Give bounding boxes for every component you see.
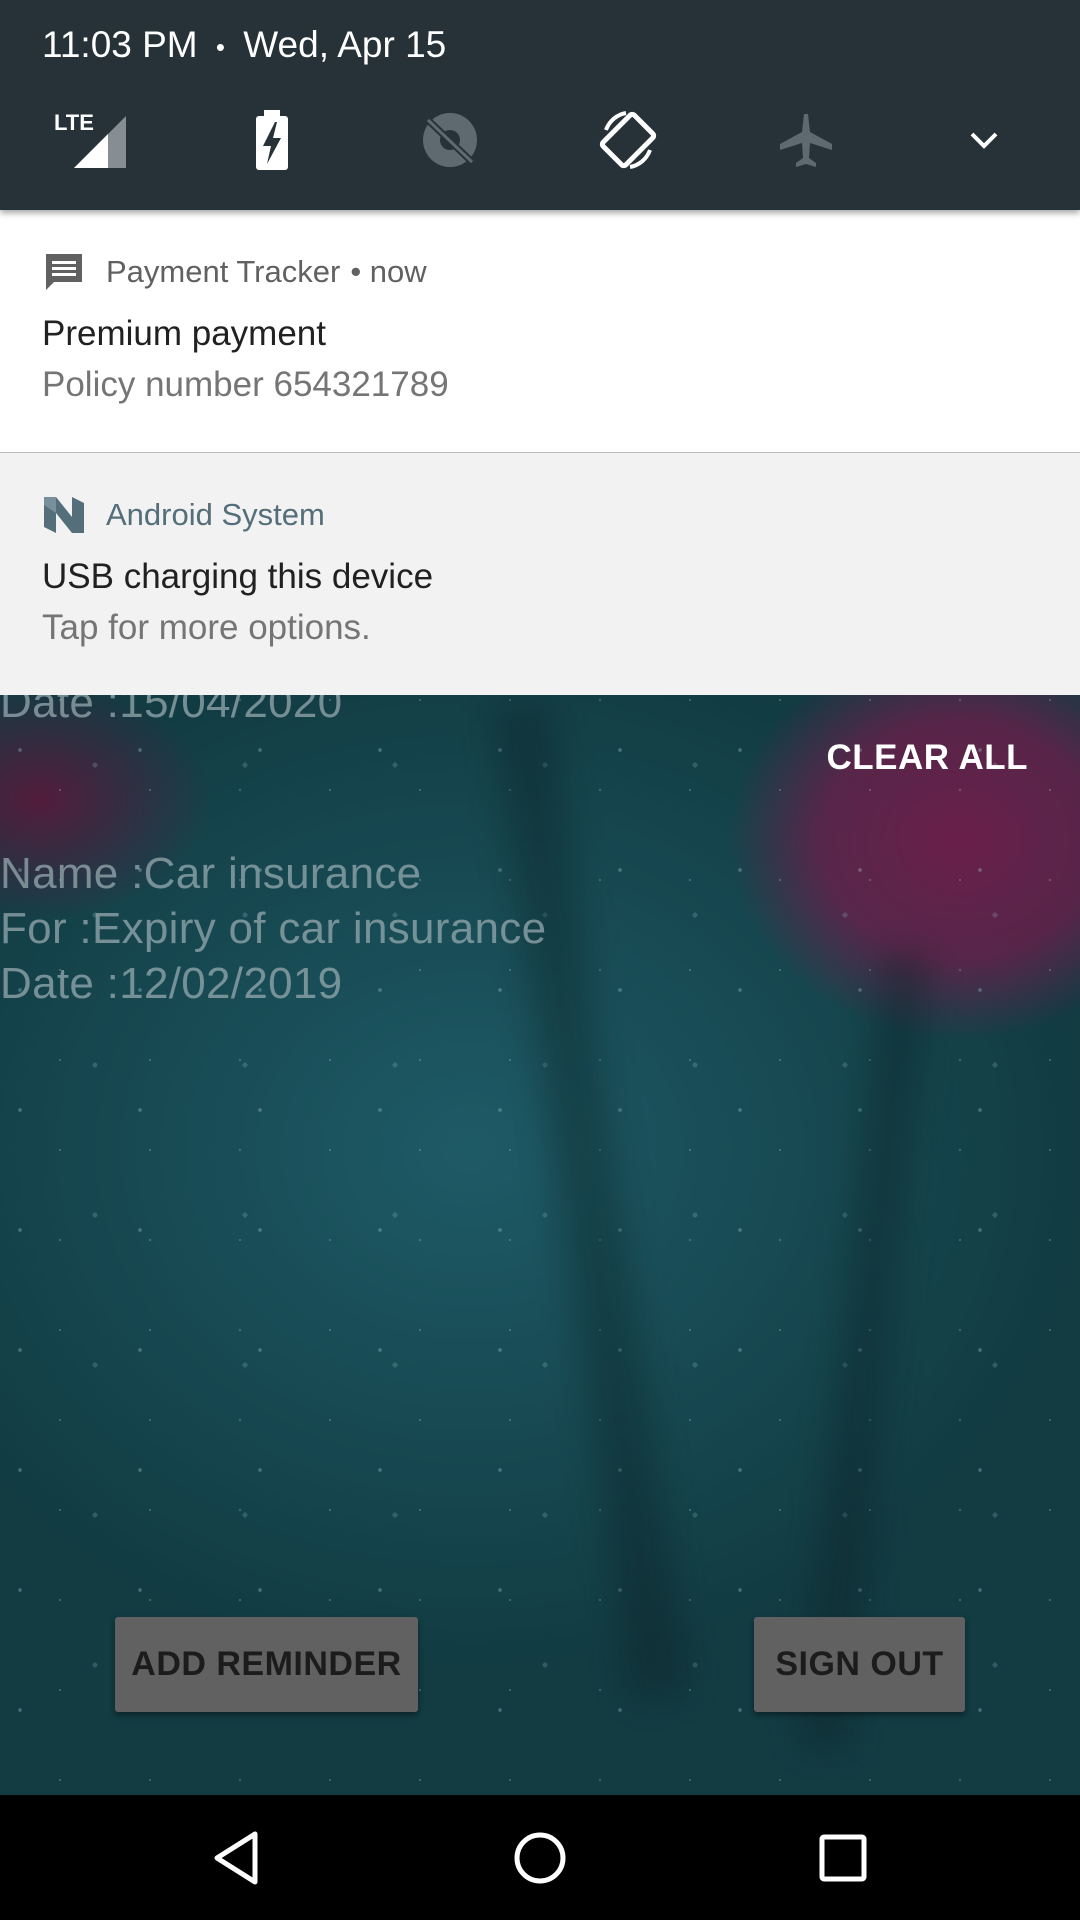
date-label: Wed, Apr 15: [243, 24, 447, 65]
notification-body: Tap for more options.: [42, 608, 371, 647]
back-icon: [214, 1831, 258, 1885]
notification-title: USB charging this device: [42, 557, 434, 596]
lte-label: LTE: [54, 110, 94, 135]
add-reminder-button[interactable]: ADD REMINDER: [115, 1617, 418, 1712]
battery-charging-icon[interactable]: [240, 108, 304, 172]
notification-android-system[interactable]: Android System USB charging this device …: [0, 453, 1080, 695]
android-n-icon: [44, 497, 84, 533]
notification-payment-tracker[interactable]: Payment Tracker • now Premium payment Po…: [0, 210, 1080, 453]
expand-icon[interactable]: [952, 108, 1016, 172]
recents-icon: [819, 1834, 867, 1882]
recents-button[interactable]: [810, 1825, 876, 1891]
auto-rotate-icon[interactable]: [596, 108, 660, 172]
status-datetime: 11:03 PM • Wed, Apr 15: [42, 24, 446, 66]
notification-body: Policy number 654321789: [42, 365, 449, 404]
navigation-bar: [0, 1795, 1080, 1920]
lte-signal-icon[interactable]: LTE: [54, 108, 130, 172]
home-icon: [514, 1832, 566, 1884]
reminder-for: For :Expiry of car insurance: [0, 904, 547, 953]
airplane-mode-icon[interactable]: [774, 108, 838, 172]
notification-title: Premium payment: [42, 314, 326, 353]
quick-settings-header: 11:03 PM • Wed, Apr 15 LTE: [0, 0, 1080, 210]
notification-header: Payment Tracker • now: [42, 250, 427, 294]
datetime-separator: •: [215, 31, 226, 62]
notification-app-name: Android System: [106, 497, 325, 532]
clear-all-button[interactable]: CLEAR ALL: [826, 738, 1028, 778]
notification-time: • now: [350, 254, 427, 289]
notification-app-name: Payment Tracker: [106, 254, 341, 289]
sign-out-button[interactable]: SIGN OUT: [754, 1617, 965, 1712]
back-button[interactable]: [203, 1825, 269, 1891]
location-off-icon[interactable]: [418, 108, 482, 172]
clock-time: 11:03 PM: [42, 24, 198, 65]
home-button[interactable]: [507, 1825, 573, 1891]
reminder-date: Date :12/02/2019: [0, 959, 343, 1008]
reminder-name: Name :Car insurance: [0, 849, 422, 898]
notification-header: Android System: [42, 493, 325, 537]
message-icon: [46, 254, 82, 290]
